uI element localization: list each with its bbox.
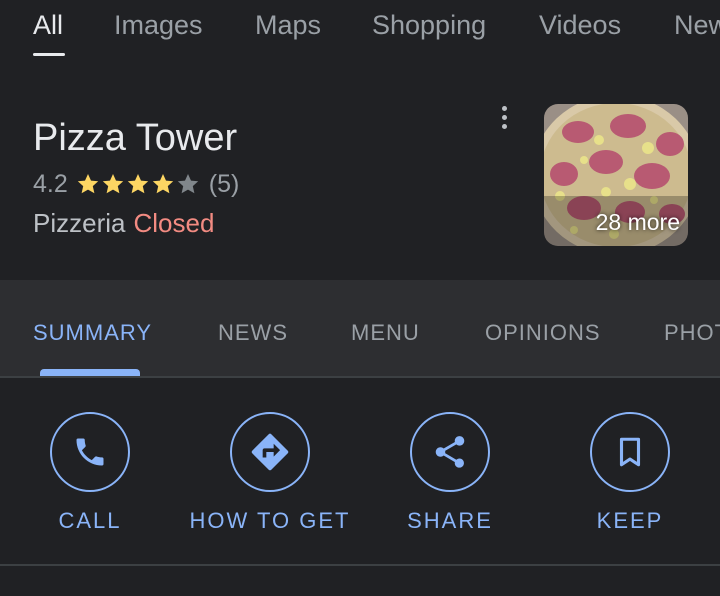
phone-icon bbox=[76, 438, 104, 466]
place-header: Pizza Tower 4.2 (5) Pizzeria Closed 28 m… bbox=[0, 70, 720, 280]
share-button-circle[interactable] bbox=[410, 412, 490, 492]
more-options-icon[interactable] bbox=[490, 102, 518, 138]
tab-opinions[interactable]: OPINIONS bbox=[485, 320, 601, 346]
place-title: Pizza Tower bbox=[33, 117, 238, 159]
tab-shopping[interactable]: Shopping bbox=[372, 10, 486, 41]
tab-news-section[interactable]: NEWS bbox=[218, 320, 288, 346]
keep-button[interactable]: KEEP bbox=[540, 412, 720, 534]
category-row: Pizzeria Closed bbox=[33, 208, 214, 239]
share-icon bbox=[435, 436, 465, 468]
tab-images[interactable]: Images bbox=[114, 10, 203, 41]
review-count: (5) bbox=[208, 169, 240, 198]
more-photos-label: 28 more bbox=[595, 209, 680, 235]
call-button-circle[interactable] bbox=[50, 412, 130, 492]
rating-value: 4.2 bbox=[33, 169, 68, 198]
active-section-indicator bbox=[40, 369, 140, 376]
rating-row[interactable]: 4.2 (5) bbox=[33, 168, 239, 200]
directions-icon bbox=[251, 433, 289, 471]
active-tab-indicator bbox=[33, 53, 65, 56]
tab-all[interactable]: All bbox=[33, 10, 63, 41]
tab-menu[interactable]: MENU bbox=[351, 320, 420, 346]
star-icon bbox=[127, 174, 148, 194]
star-icon bbox=[152, 174, 173, 194]
star-icon bbox=[102, 174, 123, 194]
call-label: CALL bbox=[58, 508, 122, 533]
divider bbox=[0, 564, 720, 566]
place-category: Pizzeria bbox=[33, 208, 126, 238]
status-badge: Closed bbox=[133, 208, 215, 238]
rating-stars bbox=[76, 172, 201, 196]
share-button[interactable]: SHARE bbox=[360, 412, 540, 534]
directions-label: HOW TO GET bbox=[189, 508, 351, 533]
tab-maps[interactable]: Maps bbox=[255, 10, 321, 41]
directions-button-circle[interactable] bbox=[230, 412, 310, 492]
tab-videos[interactable]: Videos bbox=[539, 10, 621, 41]
action-buttons: CALL HOW TO GET SHARE KEEP bbox=[0, 378, 720, 564]
section-tabs: SUMMARY NEWS MENU OPINIONS PHOTOS bbox=[0, 280, 720, 376]
star-empty-icon bbox=[177, 174, 198, 194]
bookmark-icon bbox=[619, 437, 641, 467]
search-tabs: All Images Maps Shopping Videos News bbox=[0, 0, 720, 70]
directions-button[interactable]: HOW TO GET bbox=[180, 412, 360, 534]
tab-summary[interactable]: SUMMARY bbox=[33, 320, 152, 346]
call-button[interactable]: CALL bbox=[0, 412, 180, 534]
place-photo[interactable]: 28 more bbox=[544, 104, 688, 246]
keep-label: KEEP bbox=[596, 508, 664, 533]
keep-button-circle[interactable] bbox=[590, 412, 670, 492]
share-label: SHARE bbox=[407, 508, 493, 533]
tab-photos[interactable]: PHOTOS bbox=[664, 320, 720, 346]
star-icon bbox=[77, 174, 98, 194]
tab-news[interactable]: News bbox=[674, 10, 720, 41]
